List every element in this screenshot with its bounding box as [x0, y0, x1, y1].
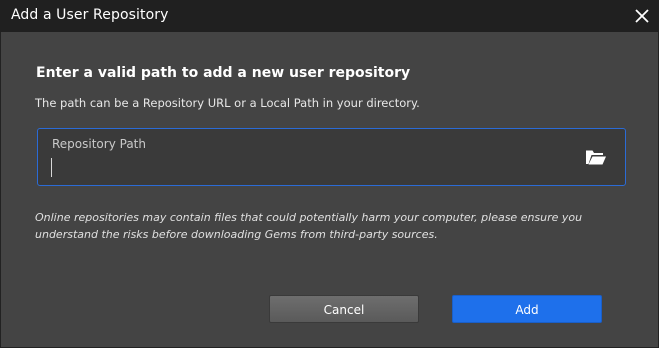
dialog-description: The path can be a Repository URL or a Lo… [35, 96, 420, 110]
add-user-repository-dialog: Add a User Repository Enter a valid path… [0, 0, 659, 348]
dialog-heading: Enter a valid path to add a new user rep… [36, 65, 411, 81]
cancel-button[interactable]: Cancel [269, 295, 419, 323]
add-button[interactable]: Add [452, 295, 602, 323]
repository-path-field[interactable]: Repository Path [37, 128, 626, 186]
dialog-title: Add a User Repository [11, 7, 169, 23]
security-warning: Online repositories may contain files th… [35, 211, 583, 241]
title-bar: Add a User Repository [0, 0, 659, 32]
repository-path-input[interactable] [50, 157, 570, 177]
close-icon[interactable] [632, 6, 652, 26]
repository-path-label: Repository Path [52, 137, 146, 151]
text-caret [51, 158, 52, 177]
folder-open-icon[interactable] [585, 148, 607, 166]
